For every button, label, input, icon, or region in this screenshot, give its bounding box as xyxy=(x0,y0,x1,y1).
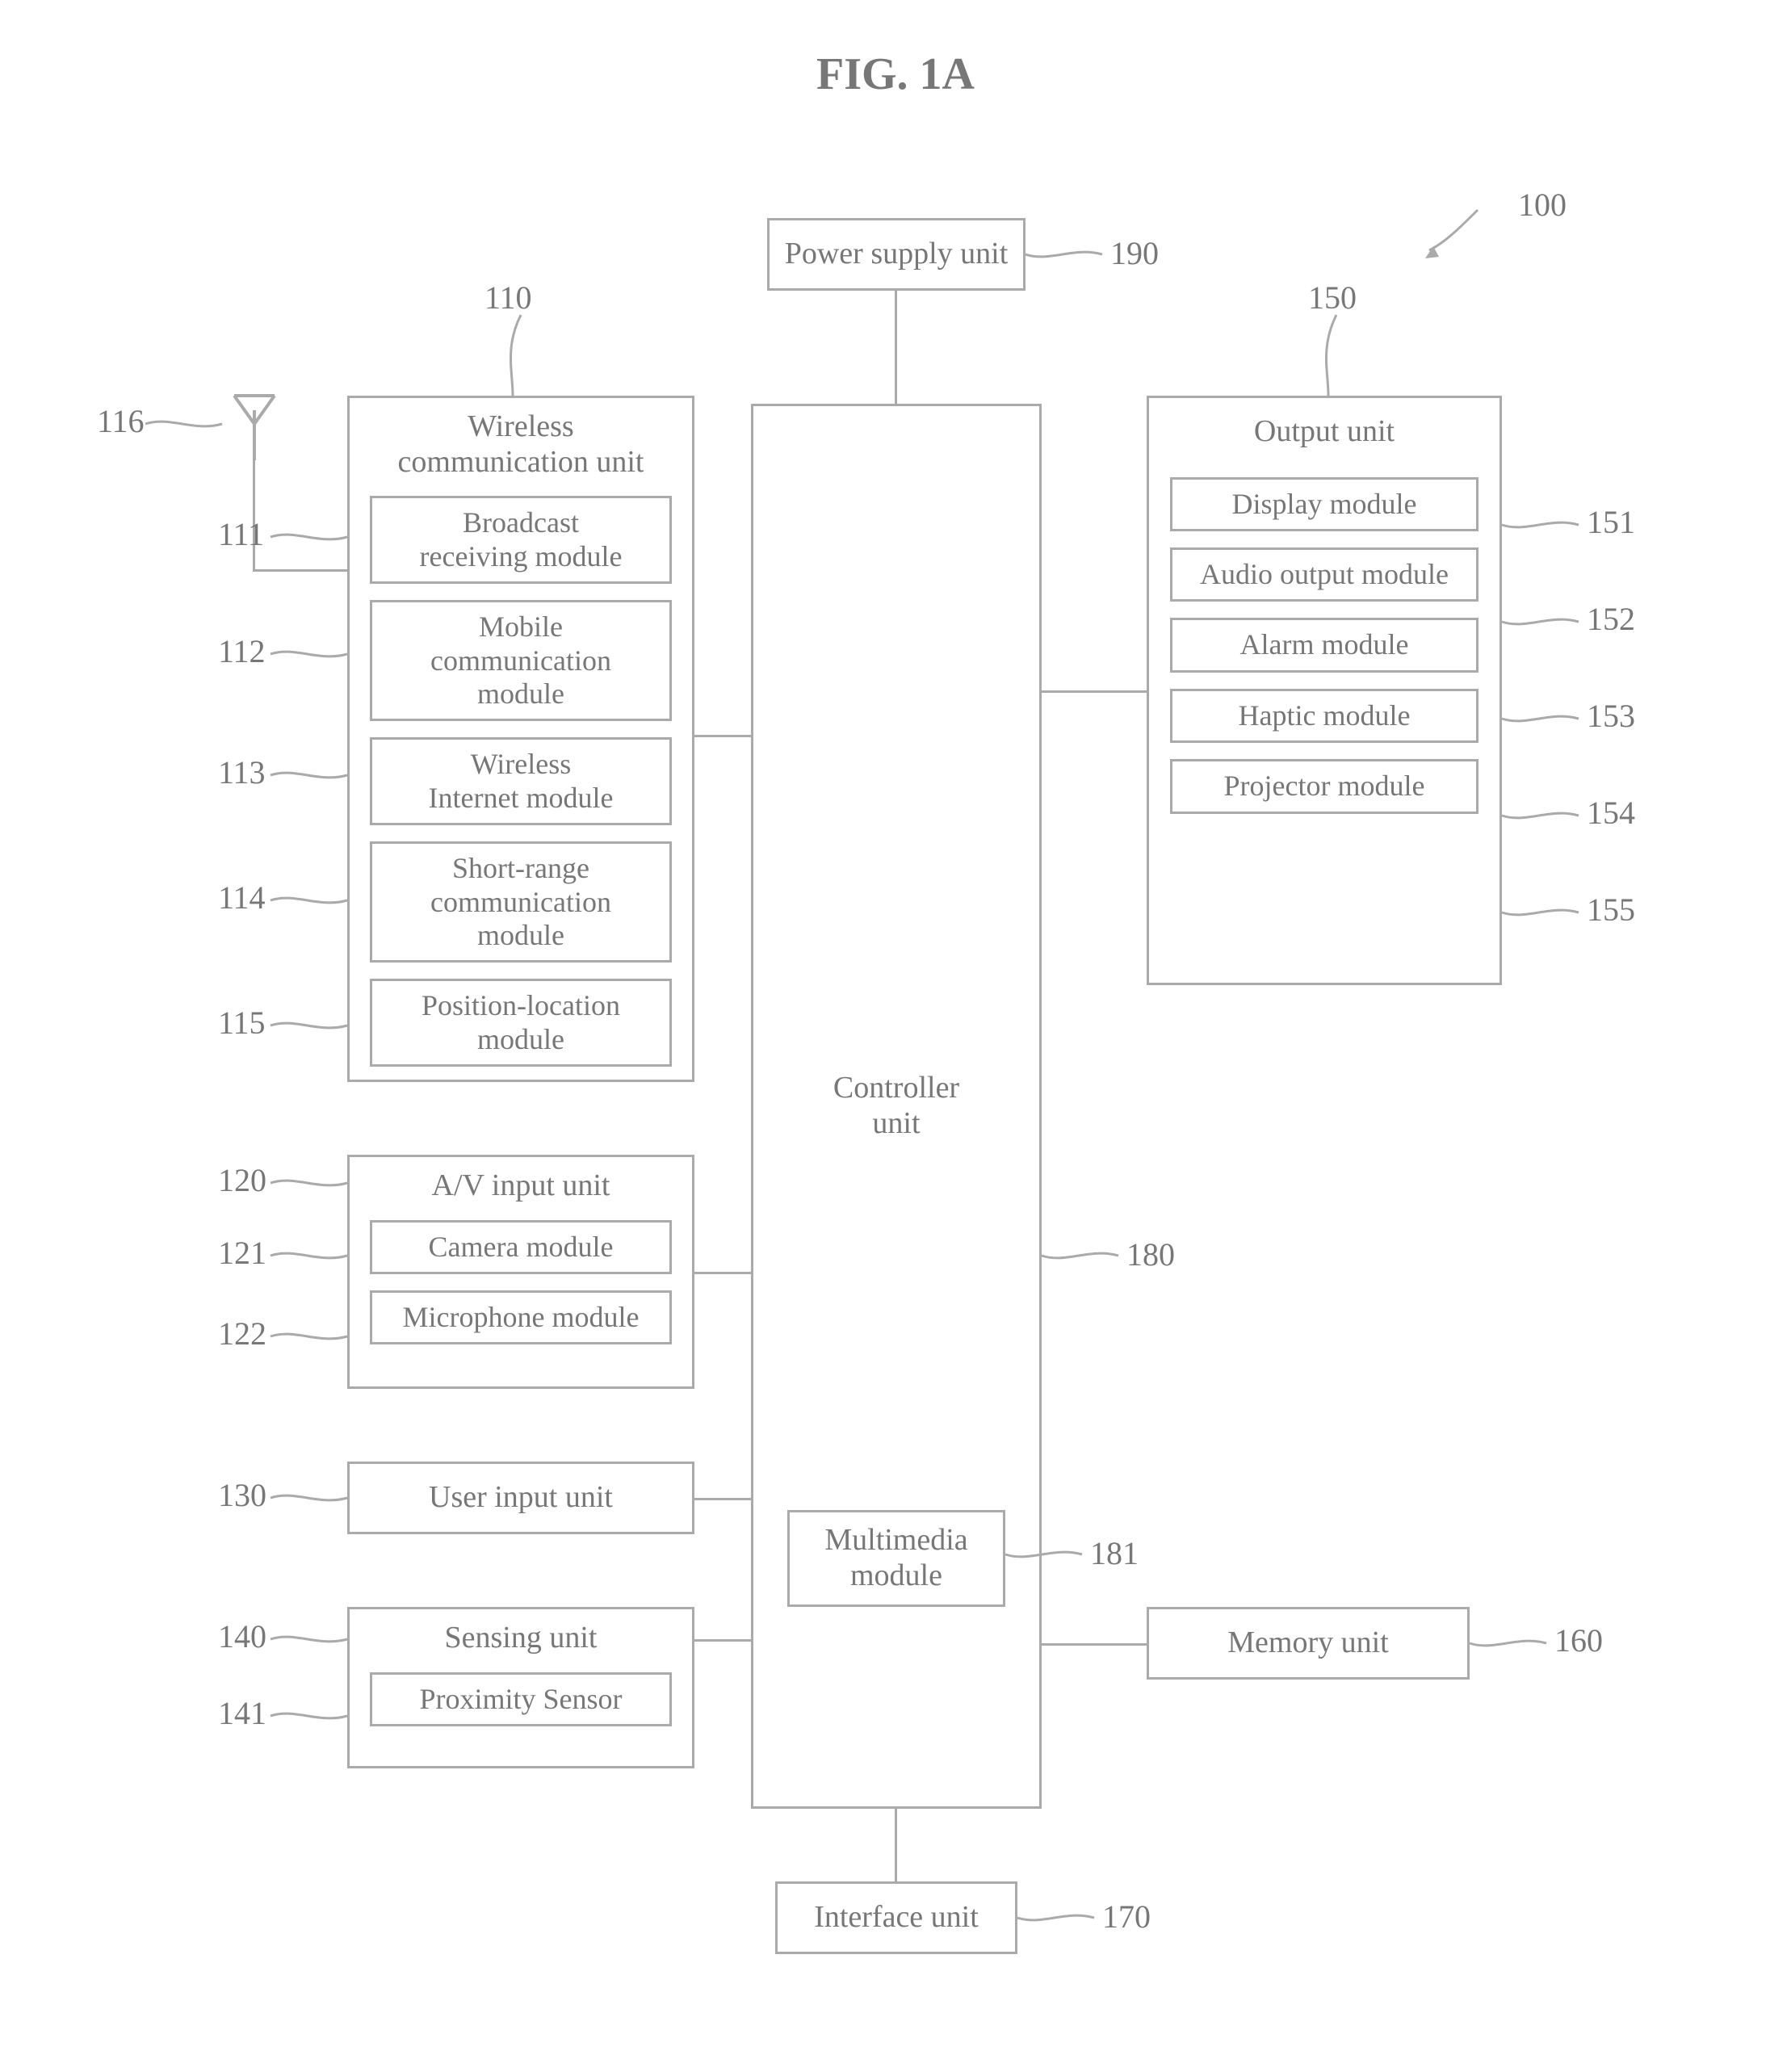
av-title: A/V input unit xyxy=(432,1168,610,1204)
lead-111 xyxy=(271,525,351,557)
lead-130 xyxy=(271,1486,351,1518)
memory-label: Memory unit xyxy=(1227,1625,1388,1661)
ref-122: 122 xyxy=(218,1315,266,1353)
ref-100: 100 xyxy=(1518,186,1567,224)
conn-controller-interface xyxy=(895,1809,897,1881)
ref-116: 116 xyxy=(97,402,145,440)
conn-power-controller xyxy=(895,291,897,404)
camera-module: Camera module xyxy=(370,1220,671,1274)
conn-controller-output xyxy=(1042,690,1147,693)
interface-label: Interface unit xyxy=(814,1900,979,1936)
power-supply-label: Power supply unit xyxy=(785,237,1009,272)
ref-120: 120 xyxy=(218,1161,266,1199)
lead-154 xyxy=(1502,803,1583,836)
ref-181: 181 xyxy=(1090,1534,1139,1572)
ref-155: 155 xyxy=(1587,891,1635,929)
multimedia-label: Multimedia module xyxy=(824,1523,967,1593)
short-range-module: Short-range communication module xyxy=(370,841,671,963)
ref-110: 110 xyxy=(484,279,532,317)
power-supply-box: Power supply unit xyxy=(767,218,1026,291)
lead-113 xyxy=(271,763,351,795)
lead-141 xyxy=(271,1704,351,1736)
broadcast-module: Broadcast receiving module xyxy=(370,496,671,584)
lead-112 xyxy=(271,642,351,674)
figure-title: FIG. 1A xyxy=(816,48,975,100)
ref-153: 153 xyxy=(1587,697,1635,735)
antenna-line-h xyxy=(253,569,350,572)
microphone-module: Microphone module xyxy=(370,1290,671,1344)
projector-module: Projector module xyxy=(1170,759,1479,813)
conn-wireless-controller xyxy=(694,735,751,737)
lead-190 xyxy=(1026,242,1106,275)
ref-130: 130 xyxy=(218,1476,266,1514)
output-box: Output unit Display module Audio output … xyxy=(1147,396,1502,985)
conn-userinput-controller xyxy=(694,1498,751,1500)
ref-141: 141 xyxy=(218,1694,266,1732)
ref-160: 160 xyxy=(1554,1621,1603,1659)
sensing-title: Sensing unit xyxy=(445,1621,598,1656)
multimedia-box: Multimedia module xyxy=(787,1510,1005,1607)
wireless-internet-module: Wireless Internet module xyxy=(370,737,671,825)
output-title: Output unit xyxy=(1254,414,1395,450)
ref-113: 113 xyxy=(218,753,266,791)
ref-114: 114 xyxy=(218,879,266,916)
ref-115: 115 xyxy=(218,1004,266,1042)
display-module: Display module xyxy=(1170,477,1479,531)
proximity-sensor: Proximity Sensor xyxy=(370,1672,671,1726)
conn-controller-memory xyxy=(1042,1643,1147,1646)
ref-151: 151 xyxy=(1587,503,1635,541)
haptic-module: Haptic module xyxy=(1170,689,1479,743)
ref-121: 121 xyxy=(218,1234,266,1272)
conn-av-controller xyxy=(694,1272,751,1274)
lead-180 xyxy=(1042,1244,1122,1276)
sensing-box: Sensing unit Proximity Sensor xyxy=(347,1607,694,1768)
ref-100-mark xyxy=(1421,202,1518,266)
ref-152: 152 xyxy=(1587,600,1635,638)
user-input-label: User input unit xyxy=(429,1480,613,1516)
lead-160 xyxy=(1470,1631,1550,1663)
lead-110 xyxy=(484,315,549,396)
lead-116 xyxy=(145,412,226,444)
lead-150 xyxy=(1300,315,1365,396)
ref-154: 154 xyxy=(1587,794,1635,832)
conn-sensing-controller xyxy=(694,1639,751,1642)
lead-120 xyxy=(271,1171,351,1203)
lead-155 xyxy=(1502,900,1583,933)
ref-140: 140 xyxy=(218,1617,266,1655)
lead-181 xyxy=(1005,1542,1086,1575)
audio-output-module: Audio output module xyxy=(1170,547,1479,602)
memory-box: Memory unit xyxy=(1147,1607,1470,1680)
wireless-title: Wireless communication unit xyxy=(397,409,644,480)
ref-180: 180 xyxy=(1126,1235,1175,1273)
lead-140 xyxy=(271,1627,351,1659)
lead-114 xyxy=(271,888,351,921)
lead-153 xyxy=(1502,707,1583,739)
lead-152 xyxy=(1502,610,1583,642)
lead-170 xyxy=(1017,1906,1098,1938)
user-input-box: User input unit xyxy=(347,1462,694,1534)
av-input-box: A/V input unit Camera module Microphone … xyxy=(347,1155,694,1389)
wireless-comm-box: Wireless communication unit Broadcast re… xyxy=(347,396,694,1082)
ref-150: 150 xyxy=(1308,279,1357,317)
lead-122 xyxy=(271,1324,351,1357)
ref-112: 112 xyxy=(218,632,266,670)
controller-label: Controller unit xyxy=(833,1071,959,1141)
position-location-module: Position-location module xyxy=(370,979,671,1067)
lead-121 xyxy=(271,1244,351,1276)
lead-151 xyxy=(1502,513,1583,545)
alarm-module: Alarm module xyxy=(1170,618,1479,672)
ref-170: 170 xyxy=(1102,1898,1151,1936)
ref-111: 111 xyxy=(218,515,264,553)
interface-box: Interface unit xyxy=(775,1881,1017,1954)
mobile-comm-module: Mobile communication module xyxy=(370,600,671,721)
antenna-icon xyxy=(218,388,291,460)
ref-190: 190 xyxy=(1110,234,1159,272)
lead-115 xyxy=(271,1013,351,1046)
